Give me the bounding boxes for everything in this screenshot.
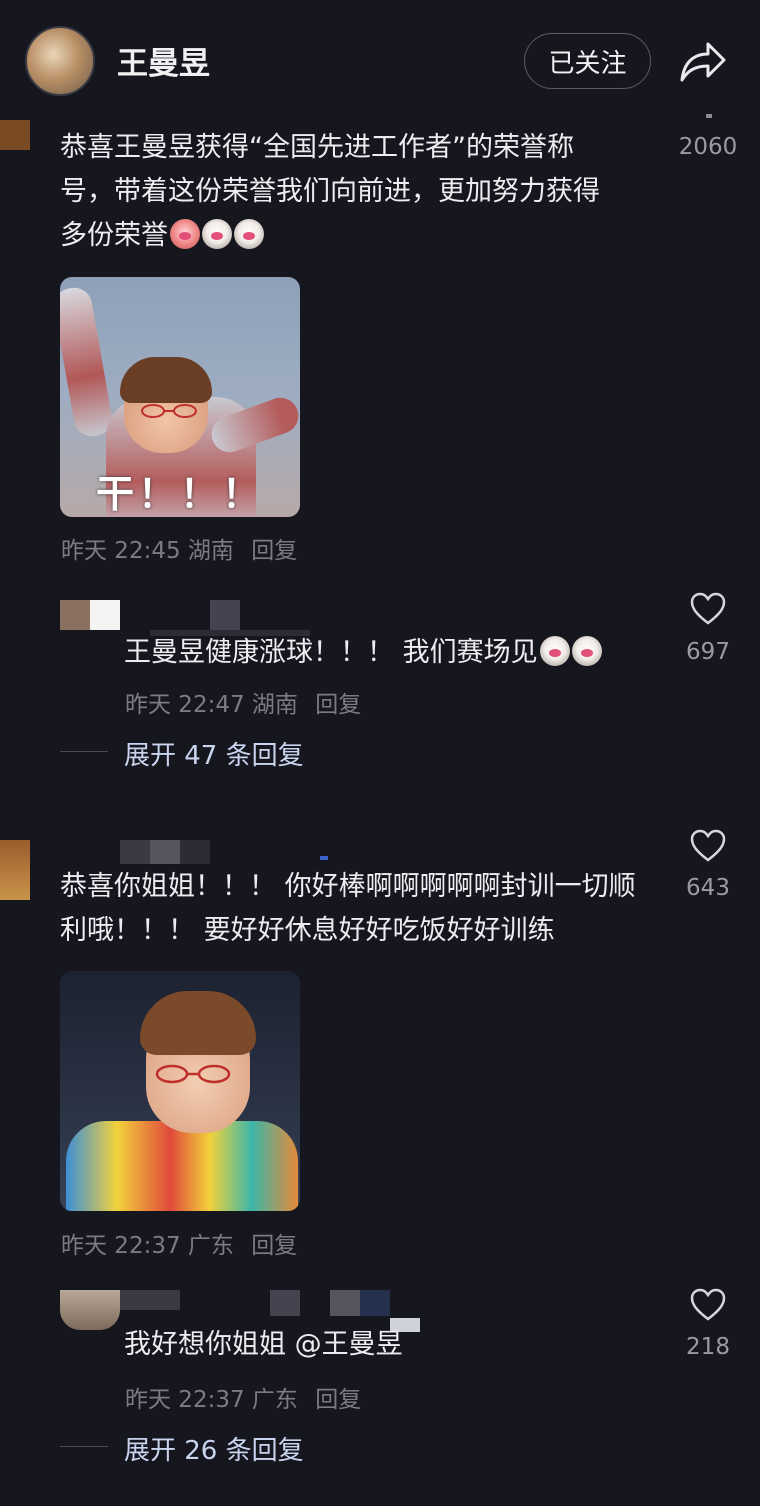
blurred-username <box>120 1290 180 1310</box>
comment-line: 恭喜你姐姐！！！ 你好棒啊啊啊啊啊封训一切顺 <box>60 871 636 902</box>
reply-button[interactable]: 回复 <box>315 1387 361 1413</box>
comment-image[interactable] <box>60 971 300 1211</box>
comment-meta: 昨天 22:45 湖南 回复 <box>61 531 297 565</box>
divider <box>60 1446 108 1447</box>
reply-text-line: 王曼昱健康涨球！！！ 我们赛场见 <box>124 631 644 675</box>
blurred-username <box>90 600 120 630</box>
comment-line: 恭喜王曼昱获得“全国先进工作者”的荣誉称 <box>60 132 574 163</box>
image-figure <box>140 991 256 1055</box>
like-count: 218 <box>686 1334 730 1360</box>
blurred-username <box>330 1290 360 1316</box>
comment-text: 恭喜你姐姐！！！ 你好棒啊啊啊啊啊封训一切顺 利哦！！！ 要好好休息好好吃饭好好… <box>60 865 660 953</box>
comment-meta: 昨天 22:37 广东 回复 <box>61 1226 297 1260</box>
comment-line-text: 多份荣誉 <box>60 220 168 251</box>
divider <box>60 751 108 752</box>
reply-text: 我好想你姐姐 @王曼昱 <box>124 1329 403 1360</box>
expand-replies-button[interactable]: 展开 26 条回复 <box>124 1430 304 1467</box>
comment-text: 恭喜王曼昱获得“全国先进工作者”的荣誉称 号，带着这份荣誉我们向前进，更加努力获… <box>60 126 660 258</box>
reply-text: 王曼昱健康涨球！！！ 我们赛场见 <box>124 637 538 668</box>
share-arrow-icon[interactable] <box>678 38 726 84</box>
emoji-icon <box>202 219 232 249</box>
follow-button[interactable]: 已关注 <box>524 33 651 89</box>
reply-button[interactable]: 回复 <box>251 1233 297 1259</box>
emoji-icon <box>539 636 570 666</box>
emoji-icon <box>234 219 264 249</box>
like-count: 2060 <box>678 134 738 160</box>
comment-line: 利哦！！！ 要好好休息好好吃饭好好训练 <box>60 915 555 946</box>
blurred-username <box>120 840 150 864</box>
reply-meta: 昨天 22:37 广东 回复 <box>125 1380 361 1414</box>
like-count: 643 <box>686 875 730 901</box>
image-figure <box>60 284 115 440</box>
page-title: 王曼昱 <box>117 46 210 82</box>
glasses-graphic <box>141 404 197 418</box>
reply-time: 昨天 22:37 <box>125 1387 245 1413</box>
heart-outline-icon[interactable] <box>690 592 726 626</box>
glasses-graphic <box>155 1064 231 1084</box>
blurred-username <box>320 856 328 860</box>
image-figure <box>66 1121 298 1211</box>
comment-line-with-emoji: 多份荣誉 <box>60 214 660 258</box>
blurred-username <box>180 840 210 864</box>
reply-avatar[interactable] <box>60 1290 120 1330</box>
commenter-avatar[interactable] <box>0 840 30 900</box>
reply-button[interactable]: 回复 <box>251 538 297 564</box>
user-avatar[interactable] <box>25 26 95 96</box>
comment-image[interactable]: 干！！！ <box>60 277 300 517</box>
comment-thread-page: 王曼昱 已关注 恭喜王曼昱获得“全国先进工作者”的荣誉称 号，带着这份荣誉我们向… <box>0 0 760 1506</box>
reply-button[interactable]: 回复 <box>315 692 361 718</box>
heart-outline-icon[interactable] <box>690 1288 726 1322</box>
reply-location: 广东 <box>251 1387 298 1413</box>
image-caption: 干！！！ <box>95 472 264 516</box>
header-bar: 王曼昱 已关注 <box>0 0 760 120</box>
blurred-username <box>360 1290 390 1316</box>
comment-time: 昨天 22:37 <box>61 1233 181 1259</box>
commenter-avatar[interactable] <box>0 120 30 150</box>
reply-time: 昨天 22:47 <box>125 692 245 718</box>
emoji-icon <box>170 219 200 249</box>
comment-line: 号，带着这份荣誉我们向前进，更加努力获得 <box>60 176 600 207</box>
image-figure <box>120 357 212 403</box>
comment-location: 湖南 <box>187 538 234 564</box>
reply-location: 湖南 <box>251 692 298 718</box>
emoji-icon <box>571 636 602 666</box>
blurred-username <box>210 600 240 630</box>
like-count: 697 <box>686 639 730 665</box>
comment-location: 广东 <box>187 1233 234 1259</box>
comment-time: 昨天 22:45 <box>61 538 181 564</box>
avatar-sliver <box>706 114 712 118</box>
expand-replies-button[interactable]: 展开 47 条回复 <box>124 735 304 772</box>
reply-avatar[interactable] <box>60 600 90 630</box>
blurred-username <box>270 1290 300 1316</box>
blurred-username <box>150 840 180 864</box>
reply-meta: 昨天 22:47 湖南 回复 <box>125 685 361 719</box>
heart-outline-icon[interactable] <box>690 829 726 863</box>
